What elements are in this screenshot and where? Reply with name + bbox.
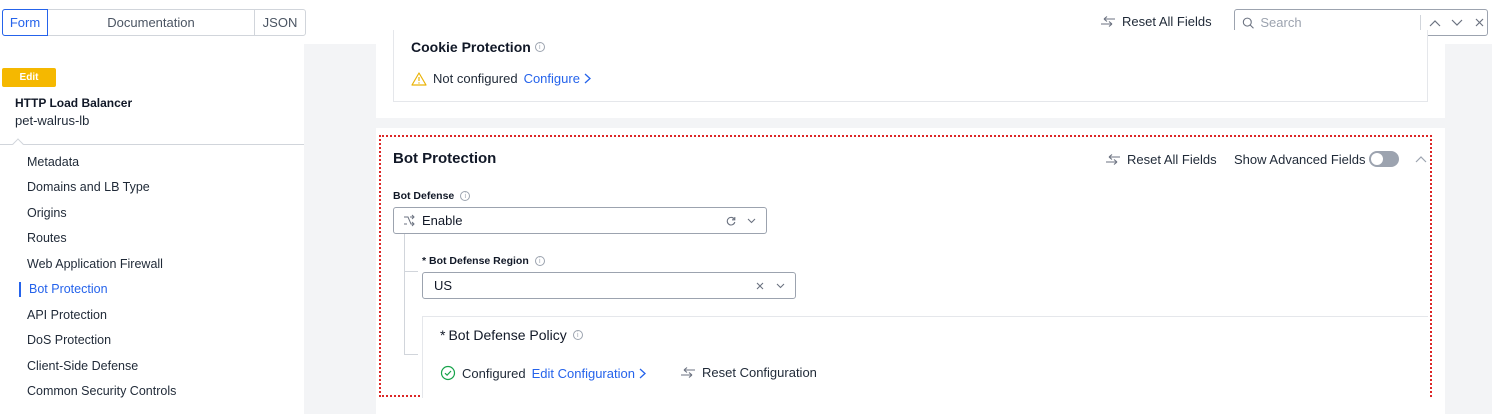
warning-icon — [411, 71, 427, 86]
search-divider — [1420, 14, 1422, 31]
search-clear-button[interactable] — [1471, 14, 1487, 32]
cookie-protection-title: Cookie Protection i — [411, 39, 545, 55]
sidebar-item-dos-protection[interactable]: DoS Protection — [0, 328, 304, 354]
tab-documentation[interactable]: Documentation — [48, 10, 255, 35]
info-icon[interactable]: i — [572, 330, 583, 340]
close-icon — [1475, 18, 1483, 27]
bot-defense-label: Bot Defense i — [393, 190, 471, 202]
chevron-up-icon — [1429, 19, 1441, 26]
refresh-button[interactable] — [721, 211, 741, 231]
tab-form[interactable]: Form — [2, 9, 48, 36]
configured-label: Configured — [462, 365, 526, 381]
info-icon[interactable]: i — [534, 42, 545, 52]
configure-link[interactable]: Configure — [524, 71, 591, 86]
sidebar-item-routes[interactable]: Routes — [0, 226, 304, 252]
bot-defense-policy-title: * Bot Defense Policy i — [440, 327, 583, 343]
bot-defense-region-select[interactable]: US — [422, 272, 796, 299]
sidebar-divider — [0, 144, 304, 145]
chevron-down-icon — [776, 283, 784, 288]
edit-configuration-link[interactable]: Edit Configuration — [532, 366, 646, 381]
tree-branch — [404, 271, 418, 272]
bot-defense-select[interactable]: Enable — [393, 207, 767, 234]
sidebar-item-domains-and-lb-type[interactable]: Domains and LB Type — [0, 175, 304, 201]
bot-defense-region-label: * Bot Defense Region i — [422, 255, 545, 267]
close-icon — [756, 282, 764, 289]
dropdown-button[interactable] — [741, 211, 761, 231]
sidebar-nav: Metadata Domains and LB Type Origins Rou… — [0, 149, 304, 404]
sidebar-divider-notch — [12, 138, 24, 150]
info-icon[interactable]: i — [460, 191, 471, 201]
search-previous-button[interactable] — [1427, 14, 1443, 32]
chevron-down-icon — [1451, 19, 1463, 26]
required-marker: * — [440, 327, 446, 343]
search-icon — [1242, 17, 1254, 29]
bot-defense-value: Enable — [422, 213, 463, 228]
bot-protection-reset-label: Reset All Fields — [1127, 152, 1217, 167]
cookie-protection-title-text: Cookie Protection — [411, 39, 531, 55]
sidebar-item-client-side-defense[interactable]: Client-Side Defense — [0, 353, 304, 379]
bot-defense-region-value: US — [434, 278, 453, 293]
reset-icon — [1101, 15, 1115, 27]
object-name-label: pet-walrus-lb — [15, 113, 90, 128]
reset-all-fields-button[interactable]: Reset All Fields — [1100, 14, 1212, 29]
sidebar-item-common-security-controls[interactable]: Common Security Controls — [0, 379, 304, 405]
tree-line — [404, 234, 405, 355]
chevron-down-icon — [747, 218, 755, 223]
dropdown-button[interactable] — [770, 276, 790, 296]
edit-configuration-label: Edit Configuration — [531, 365, 635, 381]
show-advanced-fields-toggle[interactable] — [1369, 151, 1399, 167]
chevron-right-icon — [584, 73, 591, 84]
check-circle-icon — [440, 365, 456, 381]
show-advanced-fields-label: Show Advanced Fields — [1234, 152, 1366, 167]
sidebar-item-metadata[interactable]: Metadata — [0, 149, 304, 175]
bot-protection-title: Bot Protection — [393, 150, 497, 167]
bot-defense-region-label-text: * Bot Defense Region — [422, 255, 529, 267]
sidebar-item-origins[interactable]: Origins — [0, 200, 304, 226]
collapse-section-button[interactable] — [1414, 153, 1428, 165]
clear-button[interactable] — [750, 276, 770, 296]
not-configured-label: Not configured — [433, 71, 518, 86]
sidebar-item-bot-protection[interactable]: Bot Protection — [0, 277, 304, 303]
reset-all-fields-label: Reset All Fields — [1122, 14, 1212, 29]
search-next-button[interactable] — [1449, 14, 1465, 32]
object-type-label: HTTP Load Balancer — [15, 96, 133, 110]
cookie-protection-status: Not configured Configure — [411, 71, 591, 86]
bot-defense-label-text: Bot Defense — [393, 190, 455, 202]
refresh-icon — [726, 216, 736, 225]
chevron-right-icon — [639, 368, 646, 378]
tab-json[interactable]: JSON — [255, 10, 305, 35]
sidebar: Edit HTTP Load Balancer pet-walrus-lb Me… — [0, 44, 304, 414]
reset-icon — [681, 366, 695, 378]
bot-defense-policy-title-text: Bot Defense Policy — [448, 327, 567, 343]
sidebar-item-api-protection[interactable]: API Protection — [0, 302, 304, 328]
configure-link-label: Configure — [523, 71, 580, 86]
bot-protection-reset-button[interactable]: Reset All Fields — [1105, 152, 1217, 167]
reset-icon — [1106, 153, 1120, 165]
reset-configuration-label: Reset Configuration — [702, 365, 817, 380]
sidebar-item-web-application-firewall[interactable]: Web Application Firewall — [0, 251, 304, 277]
reset-configuration-button[interactable]: Reset Configuration — [680, 365, 817, 380]
branch-icon — [404, 214, 415, 226]
tree-branch — [404, 354, 418, 355]
edit-badge: Edit — [2, 68, 56, 87]
info-icon[interactable]: i — [534, 256, 545, 266]
bot-defense-policy-status: Configured Edit Configuration — [440, 365, 646, 381]
search-input[interactable] — [1260, 15, 1411, 30]
view-tabs: Form Documentation JSON — [2, 9, 306, 36]
cookie-protection-box — [393, 30, 1428, 102]
